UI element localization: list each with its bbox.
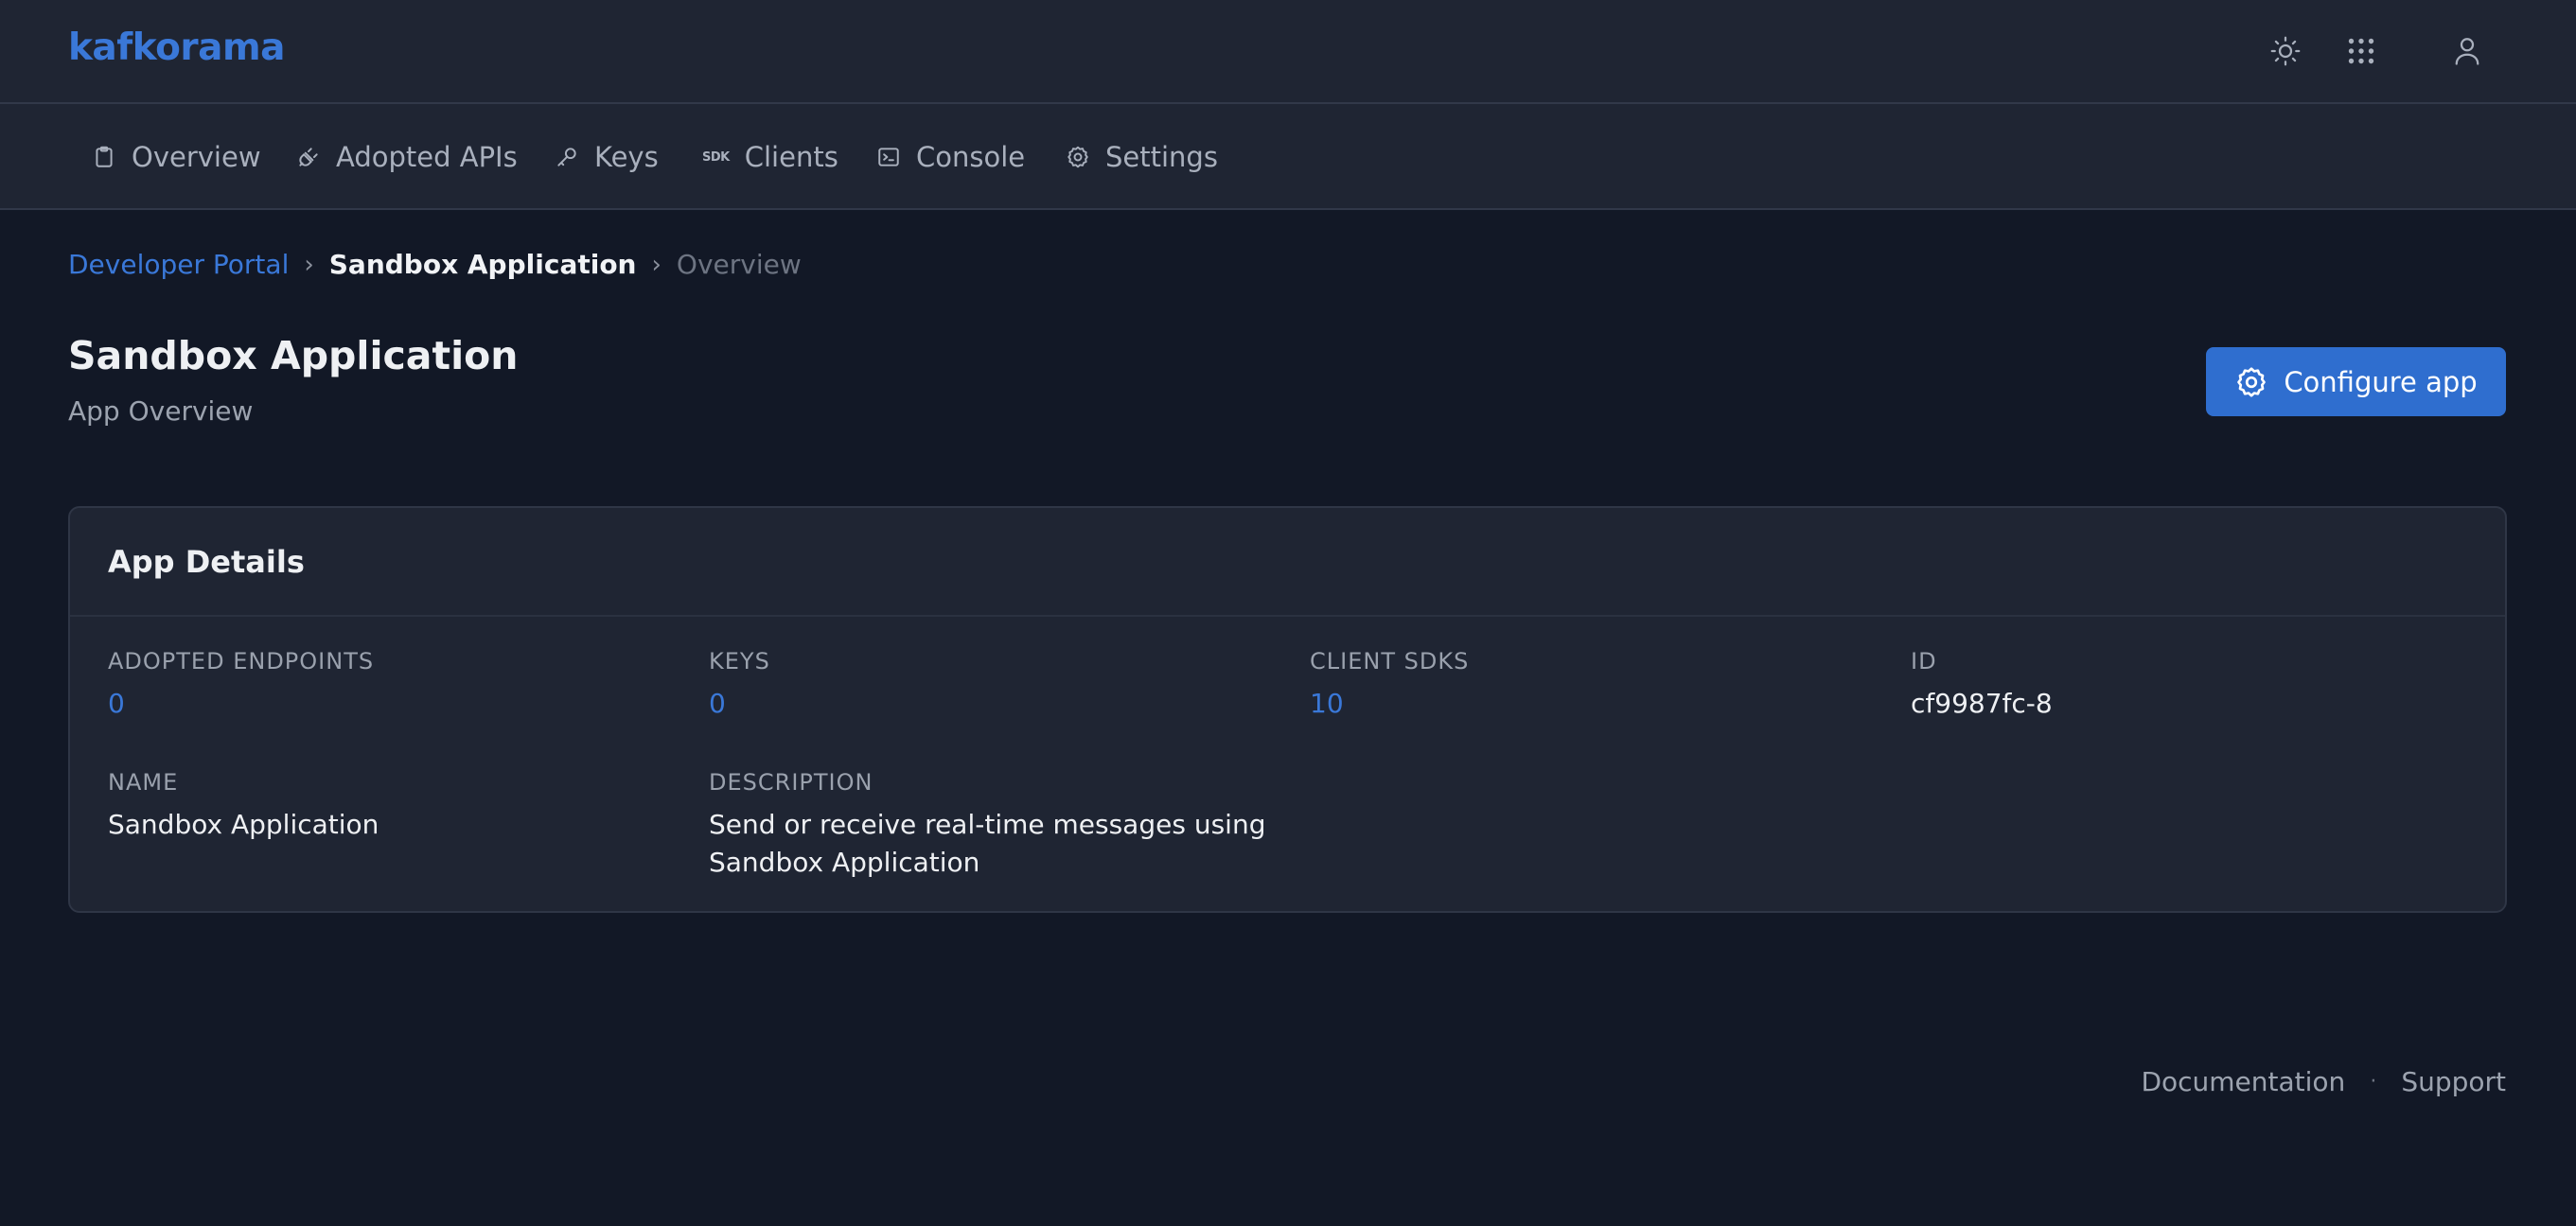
client-sdks-value[interactable]: 10 [1310,685,1344,723]
adopted-endpoints-label: ADOPTED ENDPOINTS [108,648,375,674]
keys-value[interactable]: 0 [709,685,726,723]
id-value: cf9987fc-8 [1911,688,2053,719]
configure-app-label: Configure app [2284,365,2478,398]
breadcrumb-sandbox-application[interactable]: Sandbox Application [329,249,637,280]
nav-label-keys: Keys [594,141,659,173]
nav-item-keys[interactable]: Keys [555,104,659,210]
sun-icon[interactable] [2265,30,2306,72]
nav-label-settings: Settings [1105,141,1218,173]
breadcrumb-separator-icon: › [651,250,662,279]
gear-icon [1067,146,1088,168]
id-label: ID [1911,648,1937,674]
nav-label-overview: Overview [132,141,261,173]
nav-item-overview[interactable]: Overview [92,104,261,210]
nav-label-console: Console [916,141,1026,173]
breadcrumb-separator-icon: › [304,250,314,279]
name-label: NAME [108,769,179,796]
sdk-icon: SDK [702,149,730,165]
top-header: kafkorama [0,0,2576,104]
terminal-icon [878,148,899,166]
breadcrumb-overview: Overview [676,249,802,280]
main-nav: Overview Adopted APIs Keys SDK Clients C… [0,104,2576,210]
footer: Documentation · Support [2141,1066,2506,1097]
card-header: App Details [70,508,2505,617]
keys-label: KEYS [709,648,770,674]
page-title: Sandbox Application [68,333,519,378]
support-link[interactable]: Support [2401,1066,2506,1097]
page-subtitle: App Overview [68,395,254,427]
description-label: DESCRIPTION [709,769,873,796]
configure-app-button[interactable]: Configure app [2206,347,2506,416]
key-icon [557,148,576,166]
description-value-line2: Sandbox Application [709,847,980,878]
apps-grid-icon[interactable] [2340,30,2382,72]
nav-item-adopted-apis[interactable]: Adopted APIs [296,104,518,210]
client-sdks-label: CLIENT SDKS [1310,648,1470,674]
footer-separator: · [2370,1070,2377,1094]
nav-item-settings[interactable]: Settings [1066,104,1218,210]
breadcrumb-developer-portal[interactable]: Developer Portal [68,249,289,280]
card-title: App Details [108,544,305,580]
brand-logo[interactable]: kafkorama [68,26,285,69]
gear-icon [2237,366,2267,397]
clipboard-icon [96,146,113,167]
nav-label-clients: Clients [744,141,838,173]
nav-label-adopted-apis: Adopted APIs [336,141,518,173]
app-details-card: App Details ADOPTED ENDPOINTS 0 KEYS 0 C… [68,506,2507,913]
plug-icon [299,148,318,166]
breadcrumb: Developer Portal › Sandbox Application ›… [68,249,802,280]
documentation-link[interactable]: Documentation [2141,1066,2345,1097]
nav-item-console[interactable]: Console [876,104,1025,210]
description-value-line1: Send or receive real-time messages using [709,809,1266,840]
name-value: Sandbox Application [108,809,379,840]
user-icon[interactable] [2446,30,2488,72]
nav-item-clients[interactable]: SDK Clients [702,104,838,210]
adopted-endpoints-value[interactable]: 0 [108,685,125,723]
